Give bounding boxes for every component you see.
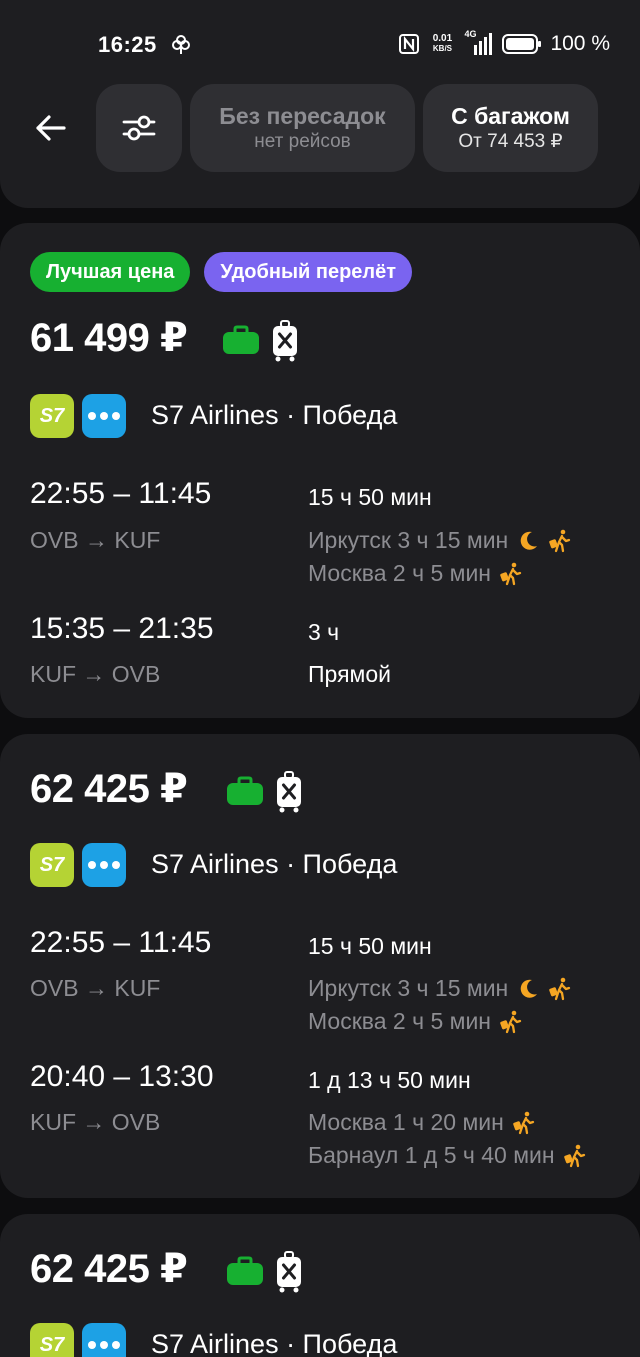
stop: Москва 1 ч 20 мин	[308, 1109, 536, 1136]
sliders-icon	[122, 115, 156, 141]
leg-duration: 15 ч 50 мин	[308, 933, 432, 959]
baggage-filter-chip[interactable]: С багажом От 74 453 ₽	[423, 84, 598, 172]
pobeda-logo	[82, 843, 126, 887]
best-price-badge: Лучшая цена	[30, 252, 191, 292]
s7-logo-text: S7	[39, 853, 65, 876]
bag-icon	[226, 1256, 264, 1286]
badges: Лучшая цена Удобный перелёт	[30, 252, 413, 292]
bag-icon	[222, 325, 260, 355]
stop: Иркутск 3 ч 15 мин	[308, 975, 572, 1002]
stop-label: Москва 1 ч 20 мин	[308, 1109, 504, 1135]
airlines-label: S7 Airlines · Победа	[151, 1329, 398, 1357]
status-indicators: 0.01 KB/S 4G 100 %	[398, 29, 610, 58]
battery-icon	[502, 34, 542, 54]
price: 62 425 ₽	[30, 767, 188, 811]
leg-times: 20:40 – 13:30	[30, 1060, 214, 1093]
leg-duration: 15 ч 50 мин	[308, 484, 432, 510]
walking-traveler-icon	[563, 1144, 587, 1168]
chip-subtitle: От 74 453 ₽	[458, 131, 563, 152]
convenient-flight-badge: Удобный перелёт	[204, 252, 413, 292]
walking-traveler-icon	[499, 1010, 523, 1034]
luggage-crossed-icon	[271, 320, 299, 362]
leg-route: KUF → OVB	[30, 1109, 161, 1135]
pobeda-logo	[82, 1323, 126, 1357]
net-speed-value: 0.01	[432, 33, 453, 44]
leg-duration: 3 ч	[308, 619, 340, 645]
s7-logo-text: S7	[39, 404, 65, 427]
luggage-crossed-icon	[275, 771, 303, 813]
price: 61 499 ₽	[30, 316, 188, 360]
status-bar: 16:25 0.01 KB/S 4G 100 %	[0, 0, 640, 80]
stop: Барнаул 1 д 5 ч 40 мин	[308, 1142, 587, 1169]
chip-title: С багажом	[451, 103, 570, 129]
airlines-label: S7 Airlines · Победа	[151, 400, 398, 430]
chip-subtitle: нет рейсов	[254, 131, 351, 152]
bag-icon	[226, 776, 264, 806]
search-header: 16:25 0.01 KB/S 4G 100 % Без пересадок н…	[0, 0, 640, 208]
leg-times: 22:55 – 11:45	[30, 926, 212, 959]
walking-traveler-icon	[548, 529, 572, 553]
stop-label: Барнаул 1 д 5 ч 40 мин	[308, 1142, 555, 1168]
leg-route: KUF → OVB	[30, 661, 161, 687]
s7-logo: S7	[30, 1323, 74, 1357]
pobeda-logo	[82, 394, 126, 438]
nfc-icon	[399, 34, 420, 54]
walking-traveler-icon	[512, 1111, 536, 1135]
s7-logo-text: S7	[39, 1333, 65, 1356]
net-speed: 0.01 KB/S	[428, 34, 456, 54]
moon-icon	[516, 977, 540, 1001]
nonstop-filter-chip[interactable]: Без пересадок нет рейсов	[190, 84, 415, 172]
walking-traveler-icon	[548, 977, 572, 1001]
price: 62 425 ₽	[30, 1247, 188, 1291]
stop-label: Иркутск 3 ч 15 мин	[308, 975, 509, 1001]
direct-label: Прямой	[308, 661, 391, 688]
stop: Иркутск 3 ч 15 мин	[308, 527, 572, 554]
direct-text: Прямой	[308, 661, 391, 687]
status-time: 16:25	[98, 32, 157, 57]
flower-icon	[172, 35, 190, 54]
stop-label: Иркутск 3 ч 15 мин	[308, 527, 509, 553]
leg-route: OVB → KUF	[30, 527, 161, 553]
back-arrow-icon	[36, 115, 66, 141]
chip-title: Без пересадок	[219, 103, 386, 129]
offer-card[interactable]: Лучшая цена Удобный перелёт 61 499 ₽ S7 …	[0, 223, 640, 718]
luggage-crossed-icon	[275, 1251, 303, 1293]
stop: Москва 2 ч 5 мин	[308, 560, 523, 587]
offer-card[interactable]: 62 425 ₽ S7 S7 Airlines · Победа 22:55 –…	[0, 734, 640, 1198]
back-button[interactable]	[22, 100, 78, 156]
offer-card[interactable]: 62 425 ₽ S7 S7 Airlines · Победа	[0, 1214, 640, 1357]
battery-percent: 100 %	[550, 32, 610, 55]
leg-times: 15:35 – 21:35	[30, 612, 214, 645]
leg-duration: 1 д 13 ч 50 мин	[308, 1067, 471, 1093]
s7-logo: S7	[30, 843, 74, 887]
moon-icon	[516, 529, 540, 553]
network-type: 4G	[464, 29, 477, 39]
signal: 4G	[464, 29, 494, 55]
stop-label: Москва 2 ч 5 мин	[308, 560, 492, 586]
filters-button[interactable]	[96, 84, 182, 172]
airlines-label: S7 Airlines · Победа	[151, 849, 398, 879]
net-speed-unit: KB/S	[432, 44, 453, 53]
walking-traveler-icon	[499, 562, 523, 586]
leg-route: OVB → KUF	[30, 975, 161, 1001]
stop: Москва 2 ч 5 мин	[308, 1008, 523, 1035]
stop-label: Москва 2 ч 5 мин	[308, 1008, 492, 1034]
s7-logo: S7	[30, 394, 74, 438]
leg-times: 22:55 – 11:45	[30, 477, 212, 510]
